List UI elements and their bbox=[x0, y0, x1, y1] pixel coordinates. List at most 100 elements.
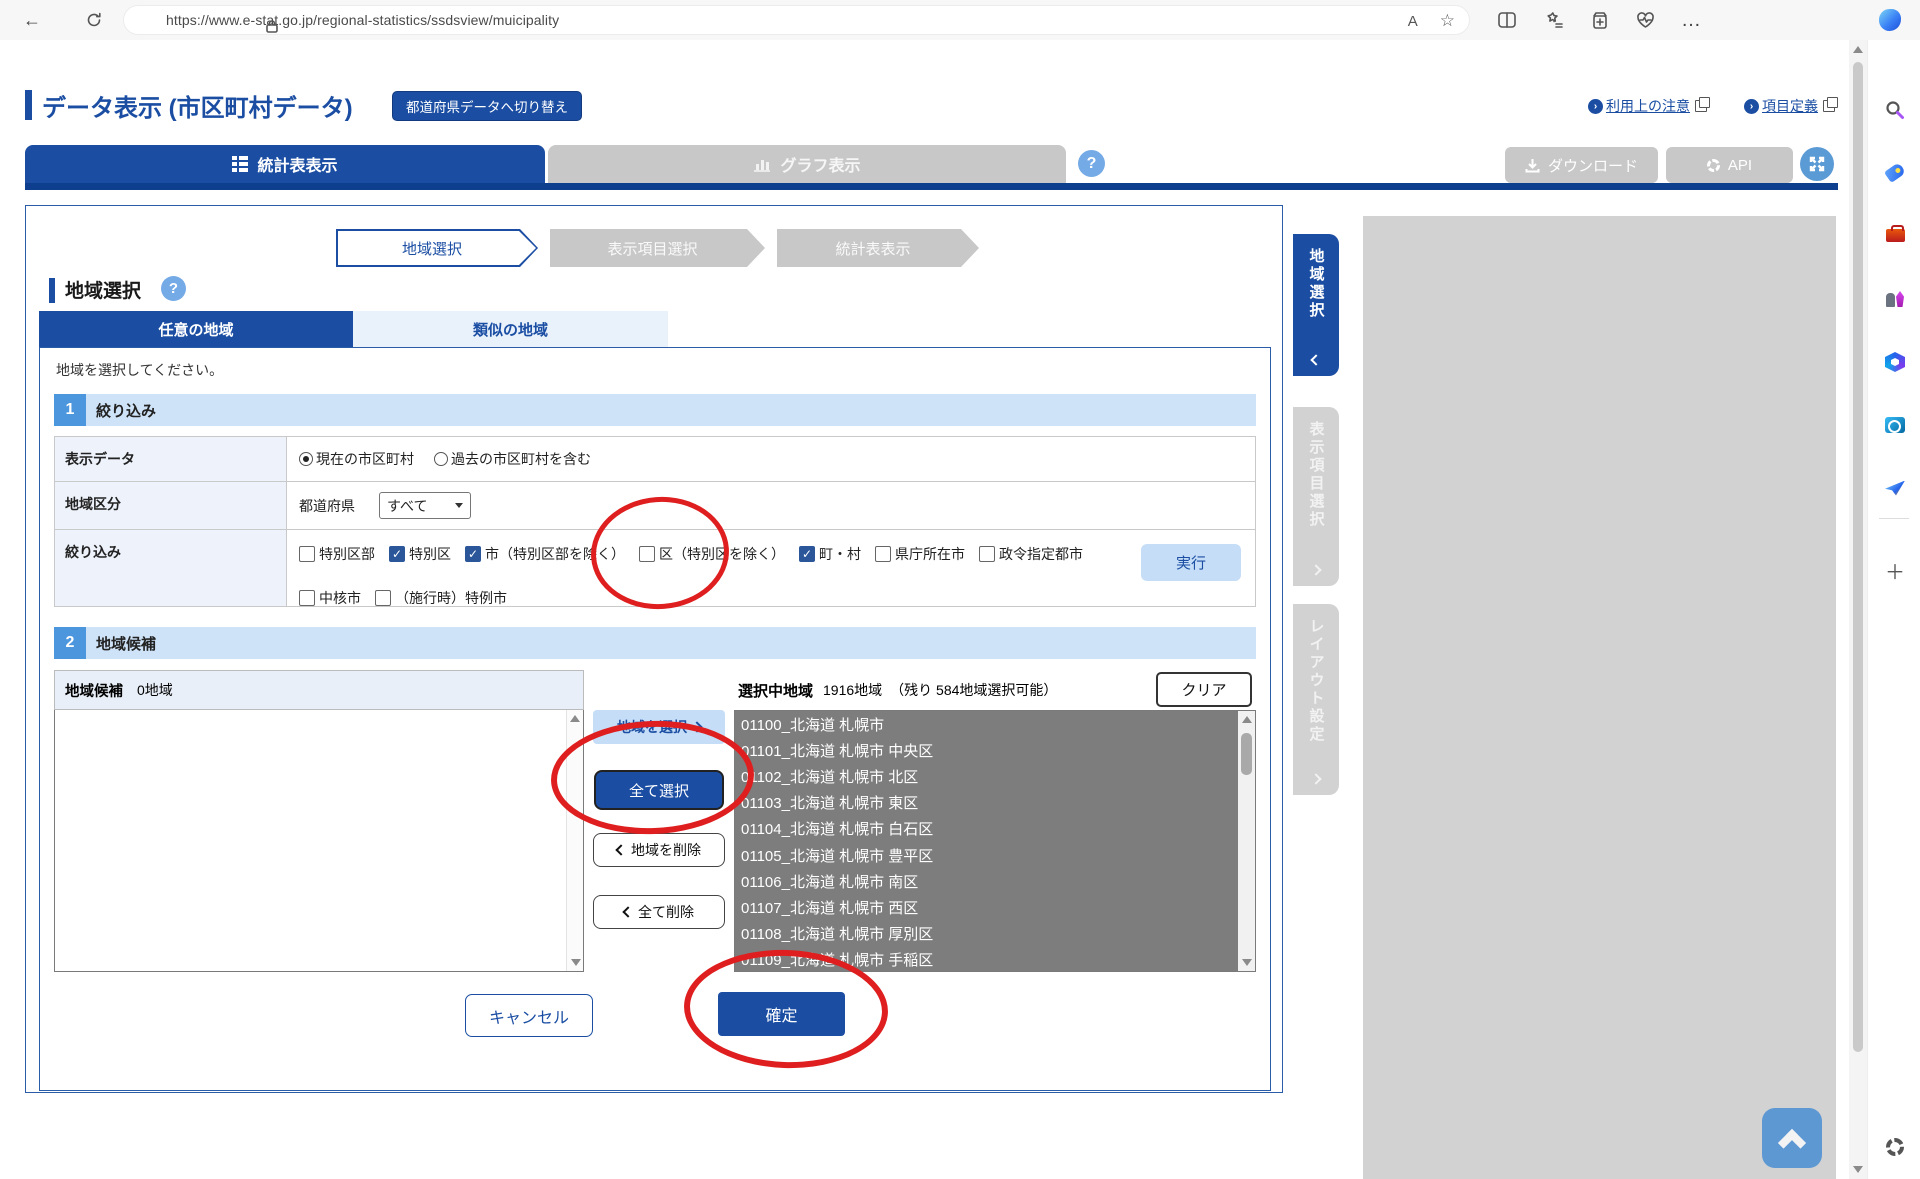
drop-icon[interactable] bbox=[1883, 476, 1907, 500]
scroll-down-arrow-icon[interactable] bbox=[1242, 959, 1252, 966]
download-button[interactable]: ダウンロード bbox=[1505, 147, 1658, 183]
radio-current-municipality[interactable]: 現在の市区町村 bbox=[299, 449, 414, 469]
help-icon[interactable]: ? bbox=[1078, 150, 1105, 177]
side-tab-item-select[interactable]: 表示項目選択 bbox=[1293, 407, 1339, 586]
remove-region-button[interactable]: 地域を削除 bbox=[593, 833, 725, 867]
side-tab-layout-settings[interactable]: レイアウト設定 bbox=[1293, 604, 1339, 795]
checkbox-icon[interactable] bbox=[875, 546, 891, 562]
scroll-up-arrow-icon[interactable] bbox=[1242, 716, 1252, 723]
scrollbar-thumb[interactable] bbox=[1853, 62, 1863, 1052]
switch-to-prefecture-button[interactable]: 都道府県データへ切り替え bbox=[392, 91, 582, 121]
checkbox-政令指定都市[interactable]: 政令指定都市 bbox=[979, 544, 1083, 564]
selected-region-item[interactable]: 01100_北海道 札幌市 bbox=[735, 711, 1238, 737]
tools-icon[interactable] bbox=[1883, 223, 1907, 247]
checkbox-icon[interactable]: ✓ bbox=[389, 546, 405, 562]
select-region-button[interactable]: 地域を選択 bbox=[593, 710, 725, 744]
back-icon[interactable]: ← bbox=[20, 8, 44, 32]
remove-all-button[interactable]: 全て削除 bbox=[593, 895, 725, 929]
selected-region-item[interactable]: 01108_北海道 札幌市 厚別区 bbox=[735, 921, 1238, 947]
checkbox-市（特別区部を除く）[interactable]: ✓市（特別区部を除く） bbox=[465, 544, 625, 564]
checkbox-特別区部[interactable]: 特別区部 bbox=[299, 544, 375, 564]
radio-icon[interactable] bbox=[299, 452, 313, 466]
checkbox-区（特別区を除く）[interactable]: 区（特別区を除く） bbox=[639, 544, 785, 564]
checkbox-icon[interactable] bbox=[299, 546, 315, 562]
checkbox-icon[interactable] bbox=[979, 546, 995, 562]
lock-icon[interactable] bbox=[260, 14, 284, 38]
browser-essentials-icon[interactable] bbox=[1633, 8, 1657, 32]
side-tab-region-select[interactable]: 地域選択 bbox=[1293, 234, 1339, 376]
candidates-listbox[interactable] bbox=[54, 710, 584, 972]
settings-gear-icon[interactable] bbox=[1883, 1135, 1907, 1159]
radio-icon[interactable] bbox=[434, 452, 448, 466]
tab-graph[interactable]: グラフ表示 bbox=[548, 145, 1066, 183]
clear-button[interactable]: クリア bbox=[1156, 672, 1252, 707]
scroll-to-top-button[interactable] bbox=[1762, 1108, 1822, 1168]
tab-similar-region[interactable]: 類似の地域 bbox=[353, 311, 668, 347]
checkbox-icon[interactable] bbox=[375, 590, 391, 606]
microsoft-365-icon[interactable] bbox=[1883, 350, 1907, 374]
favorites-icon[interactable] bbox=[1541, 8, 1565, 32]
games-icon[interactable] bbox=[1883, 286, 1907, 310]
tab-graph-label: グラフ表示 bbox=[780, 152, 860, 176]
scroll-up-arrow-icon[interactable] bbox=[1853, 46, 1863, 53]
selected-region-item[interactable]: 01109_北海道 札幌市 手稲区 bbox=[735, 947, 1238, 972]
scroll-up-arrow-icon[interactable] bbox=[570, 715, 580, 722]
candidates-scrollbar[interactable] bbox=[566, 710, 583, 971]
confirm-button[interactable]: 確定 bbox=[718, 992, 845, 1036]
favorite-star-icon[interactable]: ☆ bbox=[1440, 11, 1455, 31]
scroll-down-arrow-icon[interactable] bbox=[1853, 1166, 1863, 1173]
usage-notes-label[interactable]: 利用上の注意 bbox=[1606, 96, 1690, 116]
step-table-display-label: 統計表表示 bbox=[835, 238, 910, 259]
fullscreen-expand-icon[interactable] bbox=[1800, 147, 1834, 181]
item-definition-link[interactable]: › 項目定義 bbox=[1744, 96, 1835, 116]
search-icon[interactable] bbox=[1883, 98, 1907, 122]
selected-region-item[interactable]: 01102_北海道 札幌市 北区 bbox=[735, 763, 1238, 789]
table-row: 表示データ 現在の市区町村 過去の市区町村を含む bbox=[55, 437, 1255, 482]
collections-icon[interactable] bbox=[1587, 8, 1611, 32]
execute-button[interactable]: 実行 bbox=[1141, 544, 1241, 581]
selected-region-item[interactable]: 01107_北海道 札幌市 西区 bbox=[735, 894, 1238, 920]
checkbox-中核市[interactable]: 中核市 bbox=[299, 588, 361, 608]
tab-statistics-table[interactable]: 統計表表示 bbox=[25, 145, 545, 183]
url-text[interactable]: https://www.e-stat.go.jp/regional-statis… bbox=[166, 12, 559, 28]
checkbox-町・村[interactable]: ✓町・村 bbox=[799, 544, 861, 564]
selected-region-listbox[interactable]: 01100_北海道 札幌市01101_北海道 札幌市 中央区01102_北海道 … bbox=[734, 710, 1256, 972]
cancel-button[interactable]: キャンセル bbox=[465, 994, 593, 1037]
prefecture-select[interactable]: すべて bbox=[379, 492, 471, 519]
selected-region-item[interactable]: 01103_北海道 札幌市 東区 bbox=[735, 790, 1238, 816]
shopping-icon[interactable] bbox=[1883, 160, 1907, 184]
split-screen-icon[interactable] bbox=[1495, 8, 1519, 32]
radio-past-municipality[interactable]: 過去の市区町村を含む bbox=[434, 449, 591, 469]
page-scrollbar[interactable] bbox=[1849, 40, 1867, 1179]
checkbox-icon[interactable] bbox=[299, 590, 315, 606]
scroll-down-arrow-icon[interactable] bbox=[571, 959, 581, 966]
checkbox-icon[interactable] bbox=[639, 546, 655, 562]
chevron-left-icon bbox=[615, 844, 626, 855]
address-bar[interactable]: https://www.e-stat.go.jp/regional-statis… bbox=[123, 5, 1470, 35]
region-help-icon[interactable]: ? bbox=[161, 276, 186, 301]
checkbox-特別区[interactable]: ✓特別区 bbox=[389, 544, 451, 564]
selected-region-item[interactable]: 01101_北海道 札幌市 中央区 bbox=[735, 737, 1238, 763]
selected-region-item[interactable]: 01106_北海道 札幌市 南区 bbox=[735, 868, 1238, 894]
filter-section-header: 1 絞り込み bbox=[54, 394, 1256, 426]
checkbox-（施行時）特例市[interactable]: （施行時）特例市 bbox=[375, 588, 507, 608]
selected-scrollbar[interactable] bbox=[1238, 711, 1255, 971]
scrollbar-thumb[interactable] bbox=[1241, 733, 1252, 775]
outlook-icon[interactable] bbox=[1883, 413, 1907, 437]
add-sidebar-icon[interactable]: ＋ bbox=[1883, 558, 1907, 582]
api-button[interactable]: API bbox=[1666, 147, 1793, 183]
selected-region-item[interactable]: 01105_北海道 札幌市 豊平区 bbox=[735, 842, 1238, 868]
select-all-button[interactable]: 全て選択 bbox=[594, 770, 724, 810]
tab-any-region[interactable]: 任意の地域 bbox=[39, 311, 353, 347]
checkbox-icon[interactable]: ✓ bbox=[465, 546, 481, 562]
usage-notes-link[interactable]: › 利用上の注意 bbox=[1588, 96, 1707, 116]
checkbox-icon[interactable]: ✓ bbox=[799, 546, 815, 562]
selected-region-item[interactable]: 01104_北海道 札幌市 白石区 bbox=[735, 816, 1238, 842]
read-aloud-icon[interactable]: A bbox=[1408, 13, 1418, 30]
copilot-icon[interactable] bbox=[1878, 8, 1902, 32]
remove-region-label: 地域を削除 bbox=[631, 840, 701, 860]
more-icon[interactable]: … bbox=[1679, 8, 1703, 32]
checkbox-県庁所在市[interactable]: 県庁所在市 bbox=[875, 544, 965, 564]
refresh-icon[interactable] bbox=[82, 8, 106, 32]
item-definition-label[interactable]: 項目定義 bbox=[1762, 96, 1818, 116]
